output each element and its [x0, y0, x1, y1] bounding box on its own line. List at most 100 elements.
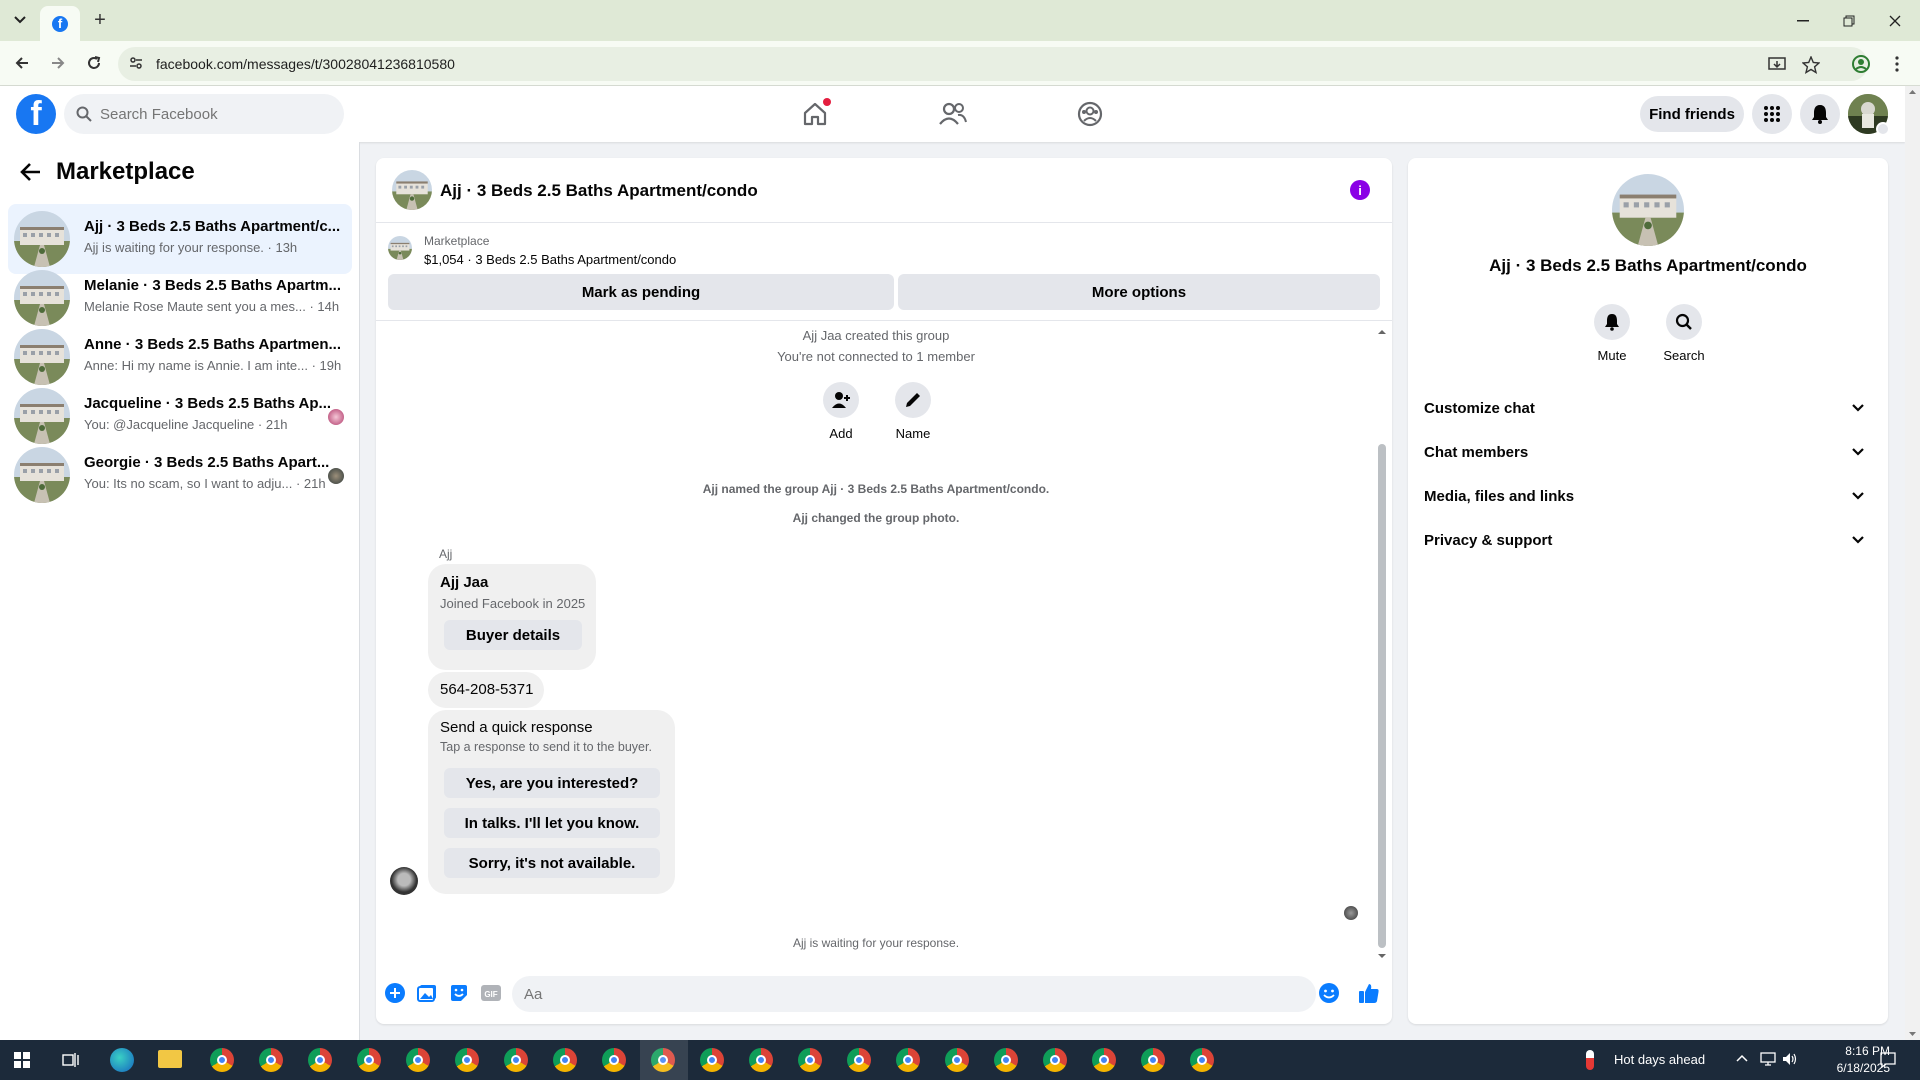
chrome-taskbar-icon[interactable]	[945, 1048, 969, 1072]
task-view-icon[interactable]	[62, 1052, 80, 1068]
listing-price[interactable]: $1,054 · 3 Beds 2.5 Baths Apartment/cond…	[424, 252, 676, 267]
start-windows-icon[interactable]	[14, 1052, 30, 1068]
info-section-label: Customize chat	[1424, 400, 1535, 417]
system-message-named: Ajj named the group Ajj · 3 Beds 2.5 Bat…	[702, 482, 1050, 496]
gif-icon[interactable]: GIF	[480, 982, 502, 1004]
mark-pending-button[interactable]: Mark as pending	[388, 274, 894, 310]
menu-grid-icon[interactable]	[1752, 94, 1792, 134]
info-section-media-files-and-links[interactable]: Media, files and links	[1424, 476, 1872, 520]
conversation-name: Melanie · 3 Beds 2.5 Baths Apartm...	[84, 277, 342, 294]
thumbs-up-icon[interactable]	[1358, 982, 1380, 1004]
nav-home[interactable]	[759, 90, 871, 138]
pencil-icon	[895, 382, 931, 418]
tab-search-chevron-icon[interactable]	[8, 9, 32, 31]
chrome-taskbar-icon[interactable]	[700, 1048, 724, 1072]
address-bar[interactable]: facebook.com/messages/t/3002804123681058…	[118, 47, 1868, 81]
nav-groups[interactable]	[1034, 90, 1146, 138]
chrome-taskbar-icon[interactable]	[406, 1048, 430, 1072]
quick-response-yes[interactable]: Yes, are you interested?	[444, 768, 660, 798]
browser-tabstrip: f +	[0, 0, 1920, 41]
chrome-taskbar-icon[interactable]	[847, 1048, 871, 1072]
name-group-action[interactable]: Name	[883, 382, 943, 441]
phone-number[interactable]: 564-208-5371	[440, 681, 533, 698]
chrome-taskbar-icon[interactable]	[357, 1048, 381, 1072]
more-options-button[interactable]: More options	[898, 274, 1380, 310]
chat-scroll-thumb[interactable]	[1378, 444, 1386, 948]
mute-action[interactable]: Mute	[1582, 304, 1642, 363]
page-scrollbar[interactable]	[1905, 86, 1920, 1040]
edge-browser-icon[interactable]	[110, 1048, 134, 1072]
sticker-icon[interactable]	[448, 982, 470, 1004]
profile-icon[interactable]	[1850, 53, 1872, 75]
forward-arrow-icon[interactable]	[44, 49, 72, 77]
chrome-taskbar-icon[interactable]	[994, 1048, 1018, 1072]
chat-title[interactable]: Ajj · 3 Beds 2.5 Baths Apartment/condo	[440, 181, 758, 201]
find-friends-button[interactable]: Find friends	[1640, 96, 1744, 132]
sender-avatar[interactable]	[390, 867, 418, 895]
restore-icon[interactable]	[1826, 0, 1872, 41]
profile-joined: Joined Facebook in 2025	[440, 596, 586, 611]
info-section-privacy-support[interactable]: Privacy & support	[1424, 520, 1872, 564]
minimize-icon[interactable]	[1780, 0, 1826, 41]
reload-icon[interactable]	[80, 49, 108, 77]
chrome-taskbar-icon[interactable]	[210, 1048, 234, 1072]
bookmark-star-icon[interactable]	[1800, 54, 1822, 76]
chrome-taskbar-icon[interactable]	[602, 1048, 626, 1072]
notification-center-icon[interactable]	[1880, 1052, 1896, 1068]
facebook-header: f Find friends	[0, 86, 1905, 142]
message-input[interactable]	[512, 976, 1316, 1012]
account-chevron-icon[interactable]	[1876, 122, 1890, 136]
network-icon[interactable]	[1760, 1052, 1776, 1066]
weather-text[interactable]: Hot days ahead	[1614, 1052, 1705, 1067]
chrome-taskbar-icon[interactable]	[455, 1048, 479, 1072]
browser-menu-icon[interactable]	[1886, 53, 1908, 75]
chrome-taskbar-icon[interactable]	[1043, 1048, 1067, 1072]
chat-scrollbar[interactable]	[1376, 326, 1388, 962]
conversation-item[interactable]: Georgie · 3 Beds 2.5 Baths Apart... You: …	[8, 440, 352, 510]
info-icon[interactable]: i	[1350, 180, 1370, 200]
site-info-icon[interactable]	[128, 55, 144, 71]
chrome-taskbar-icon[interactable]	[1190, 1048, 1214, 1072]
notifications-bell-icon[interactable]	[1800, 94, 1840, 134]
group-photo[interactable]	[1612, 174, 1684, 246]
chrome-taskbar-icon[interactable]	[798, 1048, 822, 1072]
browser-tab-facebook[interactable]: f	[40, 6, 80, 41]
emoji-icon[interactable]	[1318, 982, 1340, 1004]
back-arrow-icon[interactable]	[8, 49, 36, 77]
install-app-icon[interactable]	[1766, 54, 1788, 76]
buyer-details-button[interactable]: Buyer details	[444, 620, 582, 650]
listing-thumbnail[interactable]	[388, 236, 412, 260]
chrome-taskbar-icon[interactable]	[553, 1048, 577, 1072]
close-window-icon[interactable]	[1872, 0, 1918, 41]
chrome-taskbar-icon[interactable]	[1141, 1048, 1165, 1072]
chrome-taskbar-icon[interactable]	[1092, 1048, 1116, 1072]
photo-icon[interactable]	[416, 982, 438, 1004]
chat-thumbnail[interactable]	[392, 170, 432, 210]
chrome-taskbar-icon[interactable]	[504, 1048, 528, 1072]
url-text[interactable]: facebook.com/messages/t/3002804123681058…	[156, 56, 455, 72]
info-section-label: Chat members	[1424, 444, 1529, 461]
info-section-customize-chat[interactable]: Customize chat	[1424, 388, 1872, 432]
nav-friends[interactable]	[897, 90, 1009, 138]
chrome-taskbar-icon[interactable]	[259, 1048, 283, 1072]
search-input[interactable]	[100, 94, 330, 134]
volume-icon[interactable]	[1782, 1052, 1798, 1066]
add-member-action[interactable]: Add	[811, 382, 871, 441]
chrome-taskbar-icon[interactable]	[896, 1048, 920, 1072]
conversation-thumbnail	[14, 211, 70, 267]
facebook-logo-icon[interactable]: f	[16, 94, 56, 134]
file-explorer-icon[interactable]	[158, 1050, 182, 1068]
chrome-taskbar-icon[interactable]	[749, 1048, 773, 1072]
info-section-chat-members[interactable]: Chat members	[1424, 432, 1872, 476]
back-arrow-icon[interactable]	[20, 162, 42, 182]
quick-response-sorry[interactable]: Sorry, it's not available.	[444, 848, 660, 878]
plus-circle-icon[interactable]	[384, 982, 406, 1004]
tray-chevron-up-icon[interactable]	[1736, 1054, 1748, 1062]
system-message-created: Ajj Jaa created this group	[802, 328, 950, 343]
facebook-search[interactable]	[64, 94, 344, 134]
new-tab-plus-icon[interactable]: +	[88, 8, 112, 32]
search-action[interactable]: Search	[1654, 304, 1714, 363]
chrome-taskbar-icon[interactable]	[308, 1048, 332, 1072]
quick-response-in-talks[interactable]: In talks. I'll let you know.	[444, 808, 660, 838]
facebook-favicon-icon: f	[52, 15, 68, 32]
